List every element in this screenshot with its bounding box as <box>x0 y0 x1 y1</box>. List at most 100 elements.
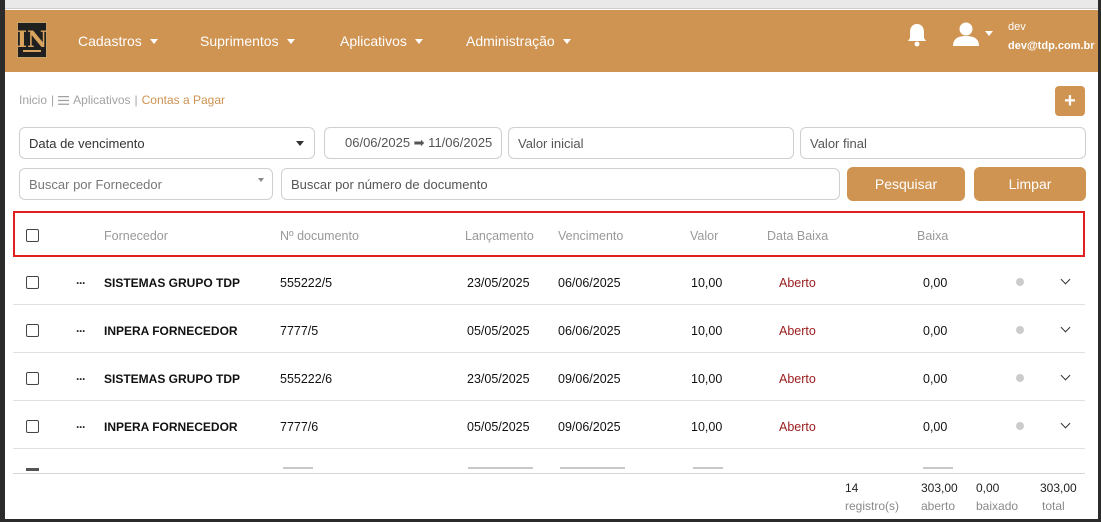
row-baixa: 0,00 <box>923 276 948 290</box>
date-type-value: Data de vencimento <box>29 135 145 151</box>
more-dots-icon[interactable]: ··· <box>76 324 86 338</box>
select-all-checkbox[interactable] <box>26 229 39 242</box>
breadcrumb-separator: | <box>51 93 55 107</box>
header-fornecedor[interactable]: Fornecedor <box>104 229 168 243</box>
nav-aplicativos[interactable]: Aplicativos <box>340 33 423 49</box>
row-lancamento: 23/05/2025 <box>467 276 530 290</box>
row-vencimento: 09/06/2025 <box>558 420 621 434</box>
breadcrumb-separator: | <box>134 93 138 107</box>
row-divider <box>13 448 1085 449</box>
search-button-label: Pesquisar <box>874 176 938 192</box>
row-documento: 555222/6 <box>280 372 333 386</box>
add-button[interactable]: + <box>1055 86 1085 116</box>
nav-administracao-label: Administração <box>466 33 555 49</box>
header-data-baixa[interactable]: Data Baixa <box>767 229 828 243</box>
breadcrumb: Inicio | Aplicativos | Contas a Pagar <box>19 93 225 107</box>
clipped-table-row <box>13 465 1085 473</box>
baixado-value: 0,00 <box>976 481 1000 495</box>
chevron-down-icon <box>149 38 158 44</box>
status-dot <box>1016 422 1024 430</box>
more-dots-icon[interactable]: ··· <box>76 420 86 434</box>
breadcrumb-home[interactable]: Inicio <box>19 93 47 107</box>
clipped-cell <box>693 467 723 469</box>
user-menu-chevron-icon[interactable] <box>985 31 993 36</box>
bell-icon[interactable] <box>906 22 928 48</box>
row-baixa: 0,00 <box>923 372 948 386</box>
window-frame <box>0 0 1101 522</box>
date-type-select[interactable]: Data de vencimento <box>19 127 315 159</box>
user-icon[interactable] <box>952 20 980 48</box>
valor-final-placeholder: Valor final <box>810 135 867 151</box>
breadcrumb-current: Contas a Pagar <box>141 93 226 107</box>
nav-aplicativos-label: Aplicativos <box>340 33 407 49</box>
row-valor: 10,00 <box>691 372 723 386</box>
row-documento: 555222/5 <box>280 276 333 290</box>
header-vencimento[interactable]: Vencimento <box>558 229 623 243</box>
status-dot <box>1016 278 1024 286</box>
user-name: dev <box>1008 21 1026 33</box>
row-baixa: 0,00 <box>923 420 948 434</box>
row-divider <box>13 304 1085 305</box>
row-valor: 10,00 <box>691 324 723 338</box>
status-dot <box>1016 374 1024 382</box>
aberto-label: aberto <box>921 499 956 513</box>
clear-button-label: Limpar <box>1008 176 1052 192</box>
row-status: Aberto <box>779 276 816 290</box>
chevron-down-icon <box>296 141 304 146</box>
more-dots-icon[interactable]: ··· <box>76 372 86 386</box>
row-fornecedor: SISTEMAS GRUPO TDP <box>104 276 241 290</box>
row-lancamento: 05/05/2025 <box>467 420 530 434</box>
documento-placeholder: Buscar por número de documento <box>291 176 488 192</box>
header-baixa[interactable]: Baixa <box>917 229 948 243</box>
row-valor: 10,00 <box>691 276 723 290</box>
row-checkbox[interactable] <box>26 324 39 337</box>
menu-icon <box>58 95 70 105</box>
brand-logo[interactable]: IN <box>17 22 47 58</box>
header-valor[interactable]: Valor <box>690 229 718 243</box>
clear-button[interactable]: Limpar <box>974 167 1086 201</box>
row-lancamento: 23/05/2025 <box>467 372 530 386</box>
chevron-down-icon <box>414 38 423 44</box>
row-checkbox[interactable] <box>26 372 39 385</box>
row-baixa: 0,00 <box>923 324 948 338</box>
plus-icon: + <box>1064 89 1076 112</box>
row-fornecedor: INPERA FORNECEDOR <box>104 420 238 434</box>
nav-administracao[interactable]: Administração <box>466 33 571 49</box>
fornecedor-search-select[interactable]: Buscar por Fornecedor <box>19 168 273 200</box>
chevron-down-icon <box>258 178 264 182</box>
valor-inicial-input[interactable]: Valor inicial <box>508 127 794 159</box>
date-range-field[interactable]: 06/06/2025 ➡ 11/06/2025 <box>324 127 502 159</box>
row-divider <box>13 400 1085 401</box>
nav-cadastros-label: Cadastros <box>78 33 142 49</box>
user-email: dev@tdp.com.br <box>1008 40 1095 52</box>
aberto-value: 303,00 <box>921 481 958 495</box>
breadcrumb-apps[interactable]: Aplicativos <box>73 93 130 107</box>
fornecedor-placeholder: Buscar por Fornecedor <box>29 176 162 192</box>
row-status: Aberto <box>779 324 816 338</box>
documento-search-input[interactable]: Buscar por número de documento <box>281 168 840 200</box>
registros-label: registro(s) <box>845 499 900 513</box>
row-fornecedor: INPERA FORNECEDOR <box>104 324 238 338</box>
more-dots-icon[interactable]: ··· <box>76 276 86 290</box>
nav-suprimentos[interactable]: Suprimentos <box>200 33 295 49</box>
row-divider <box>13 352 1085 353</box>
clipped-cell <box>283 467 313 469</box>
clipped-cell <box>560 467 625 469</box>
row-vencimento: 06/06/2025 <box>558 324 621 338</box>
status-dot <box>1016 326 1024 334</box>
nav-cadastros[interactable]: Cadastros <box>78 33 158 49</box>
row-checkbox[interactable] <box>26 276 39 289</box>
footer-divider <box>13 473 1085 474</box>
clipped-checkbox <box>26 468 39 471</box>
total-label: total <box>1042 499 1065 513</box>
row-checkbox[interactable] <box>26 420 39 433</box>
row-status: Aberto <box>779 420 816 434</box>
header-documento[interactable]: Nº documento <box>280 229 359 243</box>
row-lancamento: 05/05/2025 <box>467 324 530 338</box>
row-documento: 7777/6 <box>280 420 319 434</box>
valor-inicial-placeholder: Valor inicial <box>518 135 584 151</box>
header-lancamento[interactable]: Lançamento <box>465 229 534 243</box>
chevron-down-icon <box>562 38 571 44</box>
valor-final-input[interactable]: Valor final <box>800 127 1086 159</box>
search-button[interactable]: Pesquisar <box>847 167 965 201</box>
